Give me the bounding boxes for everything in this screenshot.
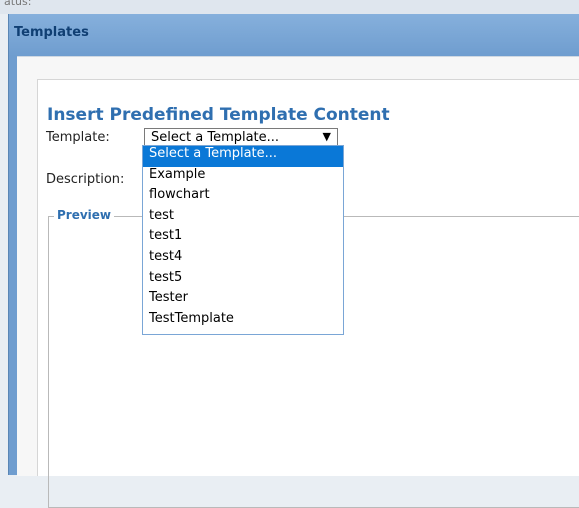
description-label: Description: [46, 172, 125, 187]
dropdown-option[interactable]: test1 [143, 228, 343, 249]
dropdown-option[interactable]: test5 [143, 270, 343, 291]
preview-legend: Preview [54, 208, 115, 222]
dialog-title: Templates [14, 25, 89, 40]
template-label: Template: [46, 130, 110, 145]
dropdown-option[interactable]: Tester [143, 290, 343, 311]
dropdown-option[interactable]: TestTemplate [143, 311, 343, 332]
dropdown-option[interactable]: test [143, 208, 343, 229]
template-select-value: Select a Template... [151, 130, 280, 145]
chevron-down-icon: ▼ [322, 130, 331, 143]
dropdown-option[interactable]: Example [143, 167, 343, 188]
template-dropdown-list: Select a Template... Example flowchart t… [142, 145, 344, 335]
section-heading: Insert Predefined Template Content [47, 105, 390, 125]
background-page: atus: [0, 0, 579, 14]
dropdown-option[interactable]: test4 [143, 249, 343, 270]
background-status-label: atus: [4, 0, 32, 8]
dropdown-option[interactable]: Select a Template... [143, 146, 343, 167]
dropdown-option[interactable]: flowchart [143, 187, 343, 208]
dialog-titlebar[interactable]: Templates [9, 14, 579, 56]
